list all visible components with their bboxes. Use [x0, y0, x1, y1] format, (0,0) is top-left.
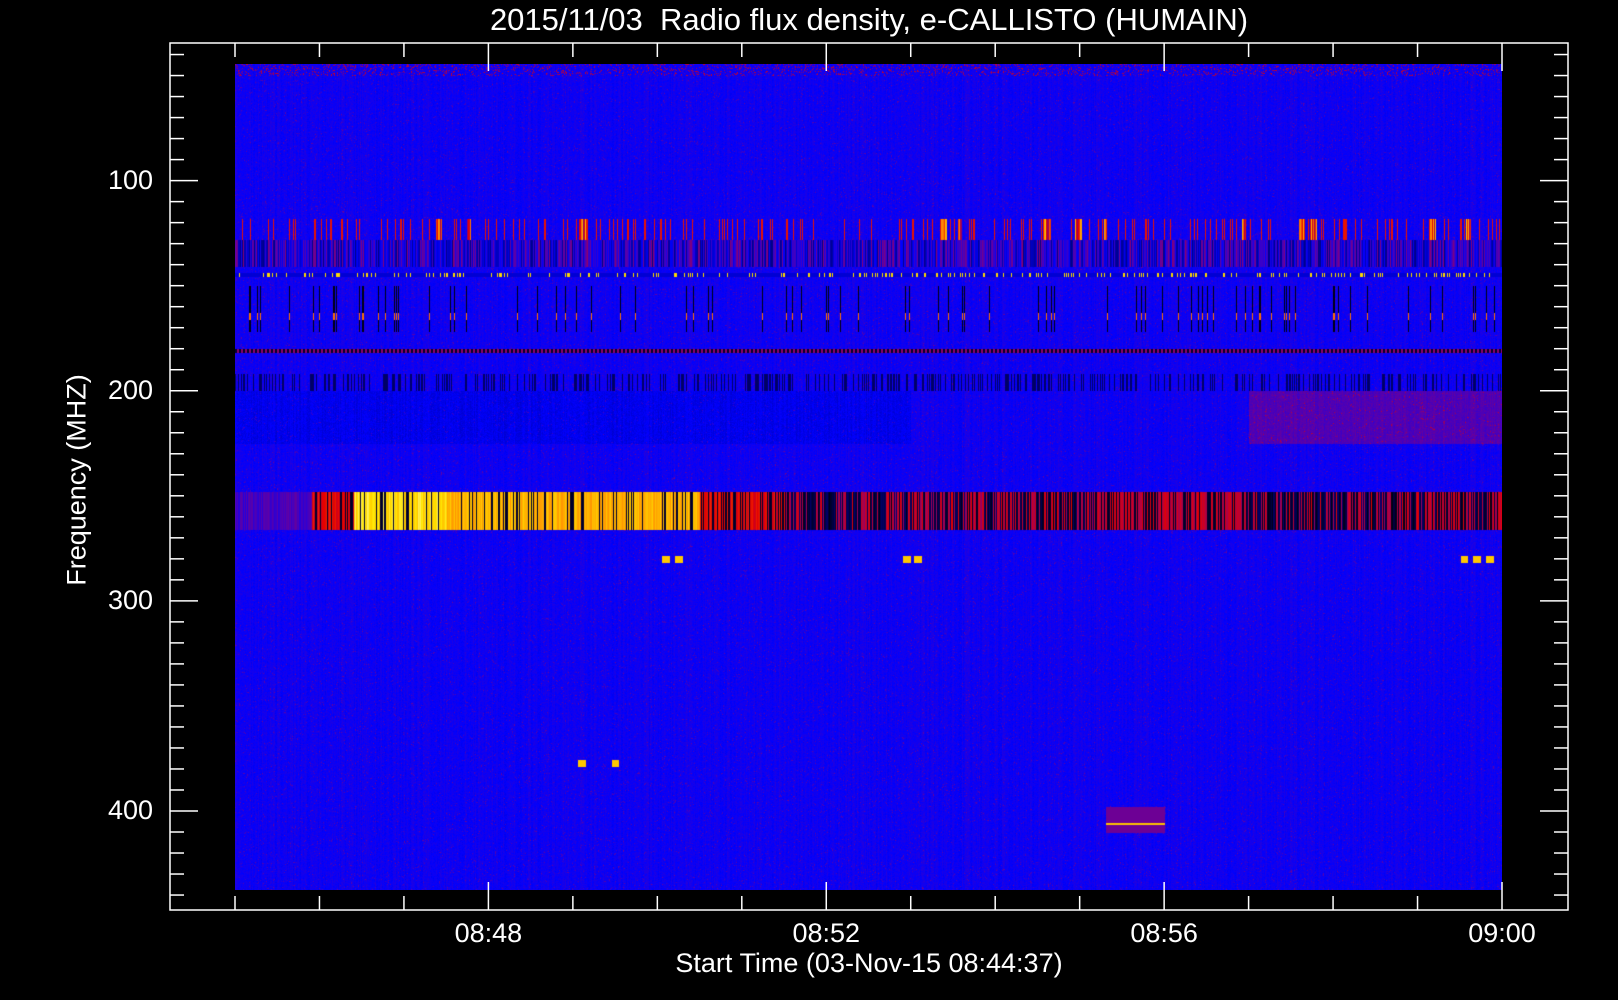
x-axis-label: Start Time (03-Nov-15 08:44:37) — [675, 948, 1063, 978]
y-tick-label: 400 — [107, 794, 153, 825]
x-tick-label: 09:00 — [1468, 918, 1536, 948]
y-tick-label: 200 — [107, 374, 153, 405]
y-tick-label: 300 — [107, 584, 153, 615]
x-tick-label: 08:56 — [1130, 918, 1198, 948]
plot-frame — [169, 42, 1569, 911]
x-tick-label: 08:48 — [454, 918, 523, 948]
y-axis-label: Frequency (MHZ) — [61, 374, 92, 586]
x-tick-label: 08:52 — [792, 918, 861, 948]
y-tick-label: 100 — [107, 164, 153, 195]
plot-axes — [169, 42, 1569, 911]
